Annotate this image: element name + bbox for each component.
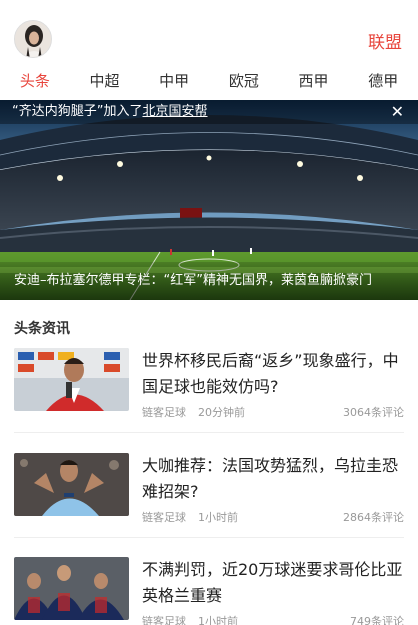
tab-csl[interactable]: 中超	[70, 66, 140, 100]
close-icon[interactable]: ✕	[391, 102, 404, 122]
tab-china-league-one[interactable]: 中甲	[139, 66, 209, 100]
section-title: 头条资讯	[14, 321, 70, 337]
news-meta: 链客足球 20分钟前	[142, 404, 245, 420]
tab-headlines[interactable]: 头条	[0, 66, 70, 100]
news-title[interactable]: 大咖推荐：法国攻势猛烈，乌拉圭恐难招架?	[142, 453, 404, 505]
news-item[interactable]: 世界杯移民后裔“返乡”现象盛行，中国足球也能效仿吗? 链客足球 20分钟前 306…	[14, 348, 404, 444]
divider	[14, 537, 404, 538]
league-tabs: 头条 中超 中甲 欧冠 西甲 德甲	[0, 66, 418, 100]
notice-bar[interactable]: “齐达内狗腿子”加入了北京国安帮	[0, 100, 418, 124]
news-source: 链客足球	[142, 406, 186, 419]
news-title[interactable]: 不满判罚，近20万球迷要求哥伦比亚英格兰重赛	[142, 557, 404, 609]
news-thumbnail	[14, 348, 129, 411]
news-thumbnail	[14, 557, 129, 620]
news-item[interactable]: 不满判罚，近20万球迷要求哥伦比亚英格兰重赛 链客足球 1小时前 749条评论	[14, 557, 404, 625]
news-time: 1小时前	[198, 615, 238, 625]
news-comment-count[interactable]: 3064条评论	[343, 404, 404, 420]
news-comment-count[interactable]: 2864条评论	[343, 509, 404, 525]
news-title[interactable]: 世界杯移民后裔“返乡”现象盛行，中国足球也能效仿吗?	[142, 348, 404, 400]
news-source: 链客足球	[142, 511, 186, 524]
news-source: 链客足球	[142, 615, 186, 625]
news-meta: 链客足球 1小时前	[142, 613, 238, 625]
news-item[interactable]: 大咖推荐：法国攻势猛烈，乌拉圭恐难招架? 链客足球 1小时前 2864条评论	[14, 453, 404, 549]
banner-caption: 安迪–布拉塞尔德甲专栏：“红军”精神无国界，莱茵鱼腩掀豪门	[0, 262, 418, 300]
notice-club-link[interactable]: 北京国安帮	[142, 104, 207, 119]
news-comment-count[interactable]: 749条评论	[350, 613, 404, 625]
news-meta: 链客足球 1小时前	[142, 509, 238, 525]
divider	[14, 432, 404, 433]
news-time: 1小时前	[198, 511, 238, 524]
tab-la-liga[interactable]: 西甲	[279, 66, 349, 100]
featured-banner[interactable]: “齐达内狗腿子”加入了北京国安帮 ✕ 安迪–布拉塞尔德甲专栏：“红军”精神无国界…	[0, 100, 418, 300]
tab-bundesliga[interactable]: 德甲	[348, 66, 418, 100]
league-link[interactable]: 联盟	[368, 28, 402, 53]
news-thumbnail	[14, 453, 129, 516]
top-bar: 联盟	[0, 0, 418, 66]
notice-text: “齐达内狗腿子”加入了	[12, 104, 143, 119]
news-time: 20分钟前	[198, 406, 245, 419]
avatar[interactable]	[14, 20, 52, 58]
tab-champions-league[interactable]: 欧冠	[209, 66, 279, 100]
